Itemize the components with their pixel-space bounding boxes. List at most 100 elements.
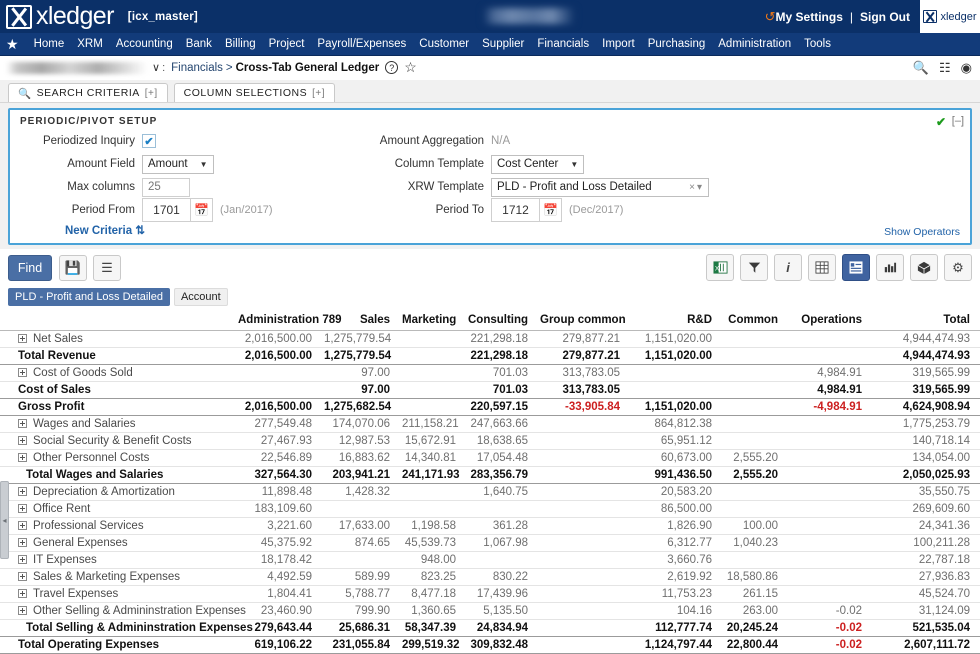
- breadcrumb-parent[interactable]: Financials: [171, 62, 223, 74]
- module-icon[interactable]: ◉: [961, 60, 972, 76]
- row-label-text: Office Rent: [33, 503, 90, 515]
- table-row[interactable]: Net Sales2,016,500.001,275,779.54221,298…: [0, 331, 980, 348]
- col-header-common[interactable]: Common: [722, 311, 788, 331]
- expand-plus-icon[interactable]: [18, 589, 27, 598]
- favorites-star-icon[interactable]: ★: [6, 36, 19, 53]
- col-header-rd[interactable]: R&D: [630, 311, 722, 331]
- nav-item-accounting[interactable]: Accounting: [116, 38, 173, 50]
- clear-and-dropdown-icon[interactable]: ×▾: [689, 182, 704, 193]
- table-row[interactable]: Social Security & Benefit Costs27,467.93…: [0, 433, 980, 450]
- nav-item-purchasing[interactable]: Purchasing: [648, 38, 706, 50]
- new-criteria-link[interactable]: New Criteria ⇅: [65, 223, 370, 237]
- search-icon[interactable]: 🔍: [913, 60, 929, 76]
- expand-plus-icon[interactable]: [18, 606, 27, 615]
- tab-search-criteria-toggle[interactable]: [+]: [145, 88, 158, 99]
- chart-view-icon[interactable]: [876, 254, 904, 281]
- expand-plus-icon[interactable]: [18, 487, 27, 496]
- table-row[interactable]: General Expenses45,375.92874.6545,539.73…: [0, 535, 980, 552]
- nav-item-bank[interactable]: Bank: [186, 38, 212, 50]
- panel-collapse-handle[interactable]: ◂: [0, 481, 9, 559]
- filter-icon[interactable]: [740, 254, 768, 281]
- nav-item-import[interactable]: Import: [602, 38, 635, 50]
- sitemap-icon[interactable]: ☷: [939, 60, 951, 76]
- find-button[interactable]: Find: [8, 255, 52, 281]
- col-header-account[interactable]: [0, 311, 236, 331]
- show-operators-link[interactable]: Show Operators: [884, 226, 960, 238]
- report-view-icon[interactable]: [842, 254, 870, 281]
- expand-plus-icon[interactable]: [18, 436, 27, 445]
- column-template-select[interactable]: Cost Center ▼: [491, 155, 584, 174]
- table-row[interactable]: Total Selling & Admininstration Expenses…: [0, 620, 980, 637]
- table-row[interactable]: Cost of Goods Sold97.00701.03313,783.054…: [0, 365, 980, 382]
- table-row[interactable]: IT Expenses18,178.42948.003,660.7622,787…: [0, 552, 980, 569]
- col-header-marketing[interactable]: Marketing: [400, 311, 466, 331]
- table-row[interactable]: Total Operating Expenses619,106.22231,05…: [0, 637, 980, 654]
- xledger-logo-icon[interactable]: [6, 5, 32, 29]
- nav-item-billing[interactable]: Billing: [225, 38, 256, 50]
- table-row[interactable]: Total Revenue2,016,500.001,275,779.54221…: [0, 348, 980, 365]
- col-header-total[interactable]: Total: [872, 311, 980, 331]
- table-row[interactable]: Travel Expenses1,804.415,788.778,477.181…: [0, 586, 980, 603]
- nav-item-xrm[interactable]: XRM: [77, 38, 103, 50]
- expand-plus-icon[interactable]: [18, 334, 27, 343]
- help-icon[interactable]: ?: [385, 61, 398, 74]
- tab-search-criteria[interactable]: 🔍 SEARCH CRITERIA [+]: [8, 83, 168, 102]
- list-view-icon[interactable]: ☰: [93, 255, 121, 281]
- my-settings-link[interactable]: My Settings: [776, 10, 843, 24]
- col-header-consulting[interactable]: Consulting: [466, 311, 538, 331]
- calendar-icon[interactable]: 📅: [191, 198, 213, 222]
- nav-item-home[interactable]: Home: [34, 38, 65, 50]
- calendar-icon[interactable]: 📅: [540, 198, 562, 222]
- nav-item-project[interactable]: Project: [269, 38, 305, 50]
- nav-item-customer[interactable]: Customer: [419, 38, 469, 50]
- amount-field-select[interactable]: Amount ▼: [142, 155, 214, 174]
- period-to-input[interactable]: 1712: [491, 198, 540, 222]
- corner-brand-tab[interactable]: xledger: [920, 0, 980, 33]
- expand-plus-icon[interactable]: [18, 368, 27, 377]
- max-columns-input[interactable]: 25: [142, 178, 190, 197]
- expand-plus-icon[interactable]: [18, 538, 27, 547]
- table-row[interactable]: Total Wages and Salaries327,564.30203,94…: [0, 467, 980, 484]
- table-row[interactable]: Wages and Salaries277,549.48174,070.0621…: [0, 416, 980, 433]
- col-header-operations[interactable]: Operations: [788, 311, 872, 331]
- expand-plus-icon[interactable]: [18, 453, 27, 462]
- table-row[interactable]: Other Personnel Costs22,546.8916,883.621…: [0, 450, 980, 467]
- expand-plus-icon[interactable]: [18, 555, 27, 564]
- tab-column-selections[interactable]: COLUMN SELECTIONS [+]: [174, 83, 335, 102]
- export-excel-icon[interactable]: X: [706, 254, 734, 281]
- table-row[interactable]: Sales & Marketing Expenses4,492.59589.99…: [0, 569, 980, 586]
- expand-plus-icon[interactable]: [18, 504, 27, 513]
- chip-account[interactable]: Account: [174, 288, 228, 306]
- panel-collapse-toggle[interactable]: [–]: [952, 115, 964, 127]
- confirm-check-icon[interactable]: ✔: [936, 115, 946, 129]
- table-row[interactable]: Professional Services3,221.6017,633.001,…: [0, 518, 980, 535]
- expand-plus-icon[interactable]: [18, 572, 27, 581]
- favorite-star-icon[interactable]: ☆: [404, 59, 417, 76]
- table-row[interactable]: Other Selling & Admininstration Expenses…: [0, 603, 980, 620]
- nav-item-financials[interactable]: Financials: [537, 38, 589, 50]
- col-header-administration-789[interactable]: Administration 789: [236, 311, 322, 331]
- period-from-input[interactable]: 1701: [142, 198, 191, 222]
- cube-view-icon[interactable]: [910, 254, 938, 281]
- expand-plus-icon[interactable]: [18, 419, 27, 428]
- table-row[interactable]: Gross Profit2,016,500.001,275,682.54220,…: [0, 399, 980, 416]
- nav-item-tools[interactable]: Tools: [804, 38, 831, 50]
- nav-item-supplier[interactable]: Supplier: [482, 38, 524, 50]
- expand-plus-icon[interactable]: [18, 521, 27, 530]
- table-view-icon[interactable]: [808, 254, 836, 281]
- save-icon[interactable]: 💾: [59, 255, 87, 281]
- periodized-inquiry-checkbox[interactable]: ✔: [142, 134, 156, 148]
- info-icon[interactable]: i: [774, 254, 802, 281]
- chip-template-pld[interactable]: PLD - Profit and Loss Detailed: [8, 288, 170, 306]
- chevron-down-icon[interactable]: ∨: [152, 61, 160, 74]
- table-row[interactable]: Depreciation & Amortization11,898.481,42…: [0, 484, 980, 501]
- settings-gear-icon[interactable]: ⚙: [944, 254, 972, 281]
- table-row[interactable]: Office Rent183,109.6086,500.00269,609.60: [0, 501, 980, 518]
- sign-out-link[interactable]: Sign Out: [860, 10, 910, 24]
- table-row[interactable]: Cost of Sales97.00701.03313,783.054,984.…: [0, 382, 980, 399]
- tab-column-selections-toggle[interactable]: [+]: [312, 88, 325, 99]
- xrw-template-combo[interactable]: PLD - Profit and Loss Detailed ×▾: [491, 178, 709, 197]
- nav-item-payroll[interactable]: Payroll/Expenses: [317, 38, 406, 50]
- col-header-group-common[interactable]: Group common: [538, 311, 630, 331]
- nav-item-administration[interactable]: Administration: [718, 38, 791, 50]
